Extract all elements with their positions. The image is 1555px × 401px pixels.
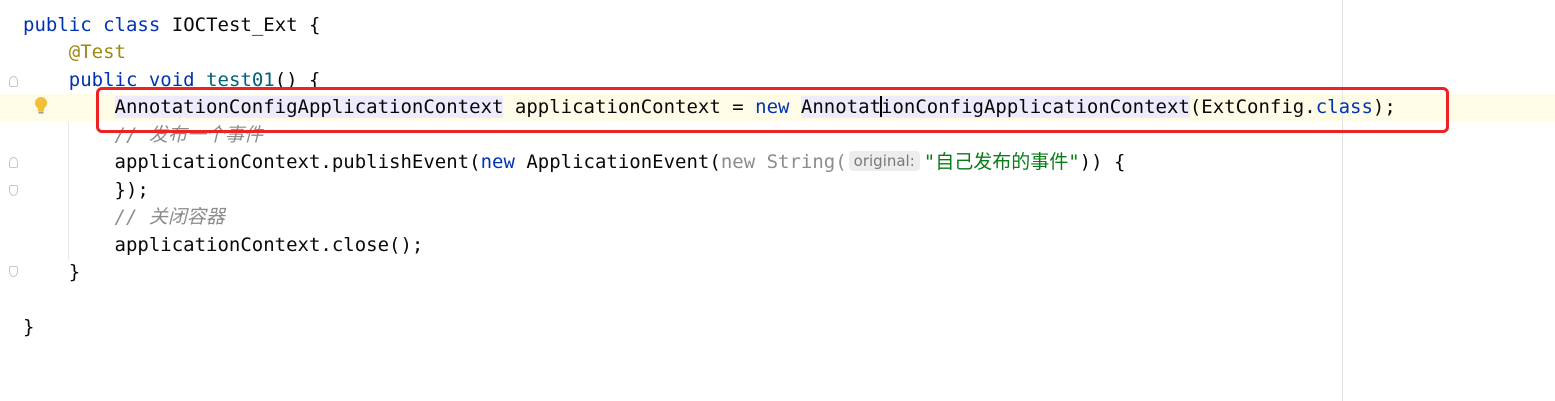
fold-marker-icon[interactable] bbox=[9, 157, 18, 168]
code-editor[interactable]: public class IOCTest_Ext { @Test public … bbox=[0, 0, 1555, 401]
string-literal: "自己发布的事件" bbox=[923, 151, 1080, 173]
code-line-class-decl[interactable]: public class IOCTest_Ext { bbox=[23, 12, 321, 39]
code-line-method-end[interactable]: } bbox=[23, 259, 80, 286]
code-text: } bbox=[68, 261, 81, 283]
statement-end: )) { bbox=[1079, 151, 1126, 173]
code-line-method-decl[interactable]: public void test01() { bbox=[23, 67, 321, 94]
statement-end: ); bbox=[1372, 96, 1396, 118]
code-line-context-init[interactable]: AnnotationConfigApplicationContext appli… bbox=[23, 94, 1396, 121]
keyword: new bbox=[755, 96, 790, 118]
keyword: public bbox=[23, 14, 92, 36]
code-line-comment[interactable]: // 发布一个事件 bbox=[23, 122, 263, 149]
keyword: class bbox=[103, 14, 161, 36]
code-text: }); bbox=[114, 179, 149, 201]
method-call: applicationContext.publishEvent( bbox=[114, 151, 481, 173]
constructor-arg: (ExtConfig. bbox=[1189, 96, 1316, 118]
code-line-class-end[interactable]: } bbox=[23, 314, 34, 341]
editor-gutter bbox=[0, 0, 22, 401]
fold-marker-icon[interactable] bbox=[9, 185, 18, 196]
fold-marker-icon[interactable] bbox=[9, 266, 18, 277]
variable-assign: applicationContext = bbox=[514, 96, 744, 118]
code-line-annotation[interactable]: @Test bbox=[23, 39, 126, 66]
keyword: void bbox=[148, 69, 195, 91]
method-params: () { bbox=[274, 69, 321, 91]
string-ctor: new String( bbox=[720, 151, 847, 173]
method-name: test01 bbox=[206, 69, 275, 91]
class-name: IOCTest_Ext bbox=[171, 14, 298, 36]
type-name: AnnotationConfigApplicationContext bbox=[114, 96, 504, 118]
comment: // 关闭容器 bbox=[114, 206, 225, 228]
code-line-comment[interactable]: // 关闭容器 bbox=[23, 204, 225, 231]
right-margin-guide bbox=[1342, 0, 1343, 401]
code-text: applicationContext.close(); bbox=[114, 234, 424, 256]
fold-marker-icon[interactable] bbox=[9, 76, 18, 87]
constructor-name: AnnotationConfigApplicationContext bbox=[800, 96, 1190, 118]
keyword: new bbox=[480, 151, 515, 173]
code-line-close-call[interactable]: applicationContext.close(); bbox=[23, 232, 424, 259]
code-text: } bbox=[23, 316, 35, 338]
annotation: @Test bbox=[68, 41, 126, 63]
parameter-hint: original: bbox=[848, 151, 920, 171]
event-ctor: ApplicationEvent( bbox=[526, 151, 721, 173]
comment: // 发布一个事件 bbox=[114, 124, 263, 146]
keyword: public bbox=[68, 69, 138, 91]
keyword: class bbox=[1315, 96, 1373, 118]
code-line-publish-event[interactable]: applicationContext.publishEvent(new Appl… bbox=[23, 149, 1125, 176]
brace: { bbox=[309, 14, 321, 36]
code-line-close-brace[interactable]: }); bbox=[23, 177, 149, 204]
